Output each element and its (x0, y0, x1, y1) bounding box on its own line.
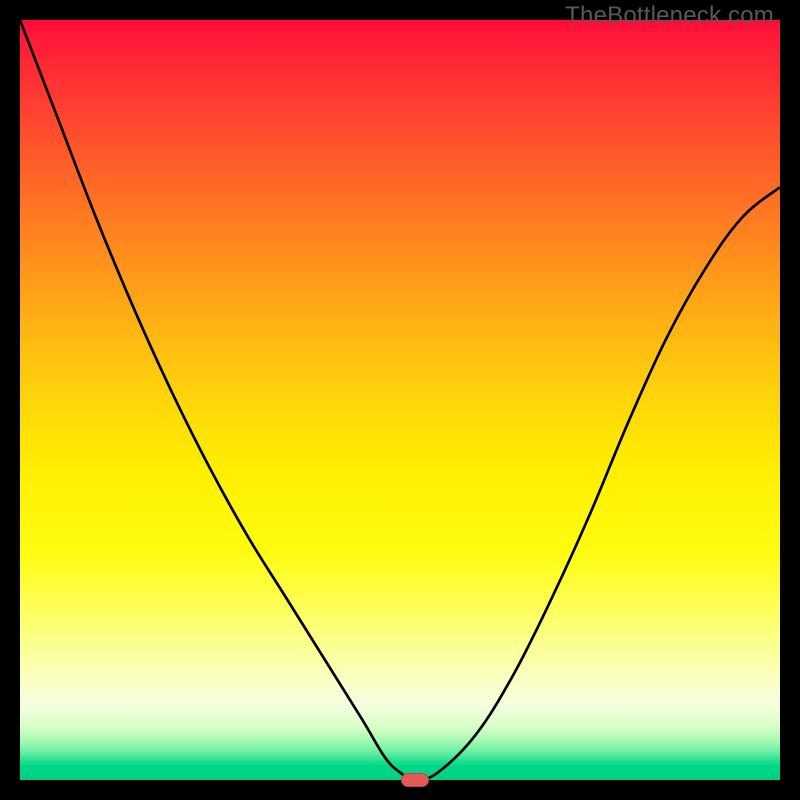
curve-svg (20, 20, 780, 780)
minimum-marker (401, 773, 429, 787)
chart-container: TheBottleneck.com (0, 0, 800, 800)
bottleneck-curve (20, 20, 780, 780)
